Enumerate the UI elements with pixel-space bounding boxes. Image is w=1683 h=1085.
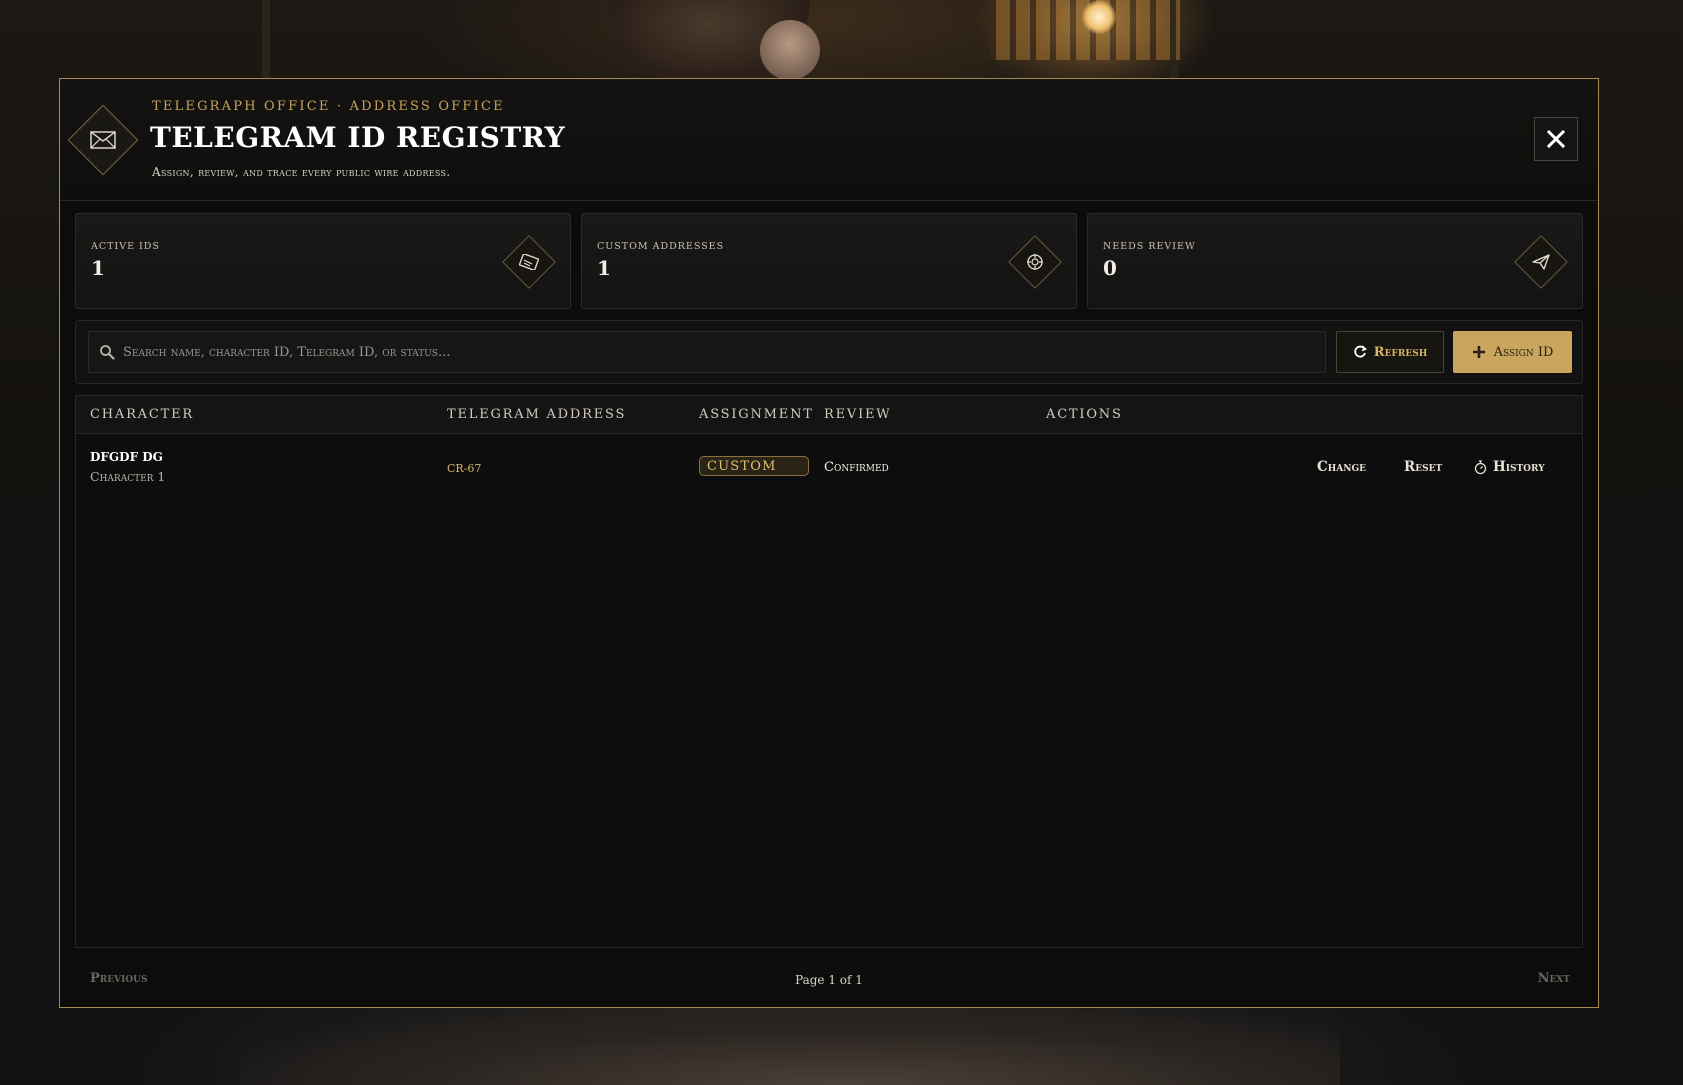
header-eyebrow: Telegraph Office · Address Office — [152, 99, 505, 114]
search-input[interactable] — [123, 332, 1313, 372]
assignment-badge: Custom — [699, 456, 809, 476]
assign-id-label: Assign ID — [1493, 344, 1554, 360]
telegram-address: CR-67 — [447, 462, 482, 475]
next-page-button[interactable]: Next — [1538, 971, 1570, 986]
review-status: Confirmed — [824, 460, 889, 475]
table-header: Character Telegram Address Assignment Re… — [76, 396, 1582, 434]
toolbar: Refresh Assign ID — [75, 320, 1583, 384]
stat-card-needs-review: Needs Review 0 — [1087, 213, 1583, 309]
stat-value: 0 — [1103, 256, 1117, 280]
background-lamp — [1082, 0, 1116, 34]
seal-icon — [1020, 247, 1050, 277]
page-subtitle: Assign, review, and trace every public w… — [152, 165, 451, 179]
column-header-character: Character — [90, 407, 194, 422]
pagination: Previous Page 1 of 1 Next — [60, 959, 1598, 1007]
search-box — [88, 331, 1326, 373]
envelope-icon — [88, 125, 118, 155]
stat-label: Needs Review — [1103, 241, 1196, 252]
page-indicator: Page 1 of 1 — [795, 973, 863, 987]
column-header-actions: Actions — [1046, 407, 1123, 422]
page-title: Telegram ID Registry — [150, 121, 566, 154]
stat-value: 1 — [91, 256, 105, 280]
registry-modal: Telegraph Office · Address Office Telegr… — [59, 78, 1599, 1008]
character-name: dfgdf dg — [90, 450, 163, 464]
history-button[interactable]: History — [1474, 459, 1545, 475]
change-button[interactable]: Change — [1317, 459, 1366, 475]
background-pillar — [262, 0, 270, 80]
paper-plane-icon — [1526, 247, 1556, 277]
table-row: dfgdf dg Character 1 CR-67 Custom Confir… — [76, 435, 1582, 499]
stat-label: Custom Addresses — [597, 241, 725, 252]
close-icon — [1547, 130, 1565, 148]
refresh-icon — [1354, 345, 1367, 358]
character-id: Character 1 — [90, 469, 166, 484]
close-button[interactable] — [1534, 117, 1578, 161]
refresh-label: Refresh — [1373, 344, 1428, 360]
modal-header: Telegraph Office · Address Office Telegr… — [60, 79, 1598, 201]
telegram-card-icon — [514, 247, 544, 277]
column-header-telegram-address: Telegram Address — [447, 407, 627, 422]
stat-value: 1 — [597, 256, 611, 280]
assign-id-button[interactable]: Assign ID — [1453, 331, 1572, 373]
column-header-review: Review — [824, 407, 892, 422]
reset-button[interactable]: Reset — [1404, 459, 1442, 475]
change-label: Change — [1317, 459, 1367, 475]
plus-icon — [1472, 346, 1485, 358]
stats-row: Active IDs 1 Custom Addresses 1 — [75, 213, 1583, 309]
stopwatch-icon — [1474, 459, 1487, 474]
search-icon — [99, 344, 115, 364]
refresh-button[interactable]: Refresh — [1336, 331, 1444, 373]
background-figure-face — [760, 20, 820, 80]
stat-label: Active IDs — [91, 241, 160, 252]
registry-table: Character Telegram Address Assignment Re… — [75, 395, 1583, 948]
reset-label: Reset — [1404, 459, 1443, 475]
column-header-assignment: Assignment — [699, 407, 814, 422]
stat-card-active-ids: Active IDs 1 — [75, 213, 571, 309]
background-figure-bottom — [240, 1005, 1340, 1085]
history-label: History — [1493, 459, 1545, 475]
stat-card-custom-addresses: Custom Addresses 1 — [581, 213, 1077, 309]
